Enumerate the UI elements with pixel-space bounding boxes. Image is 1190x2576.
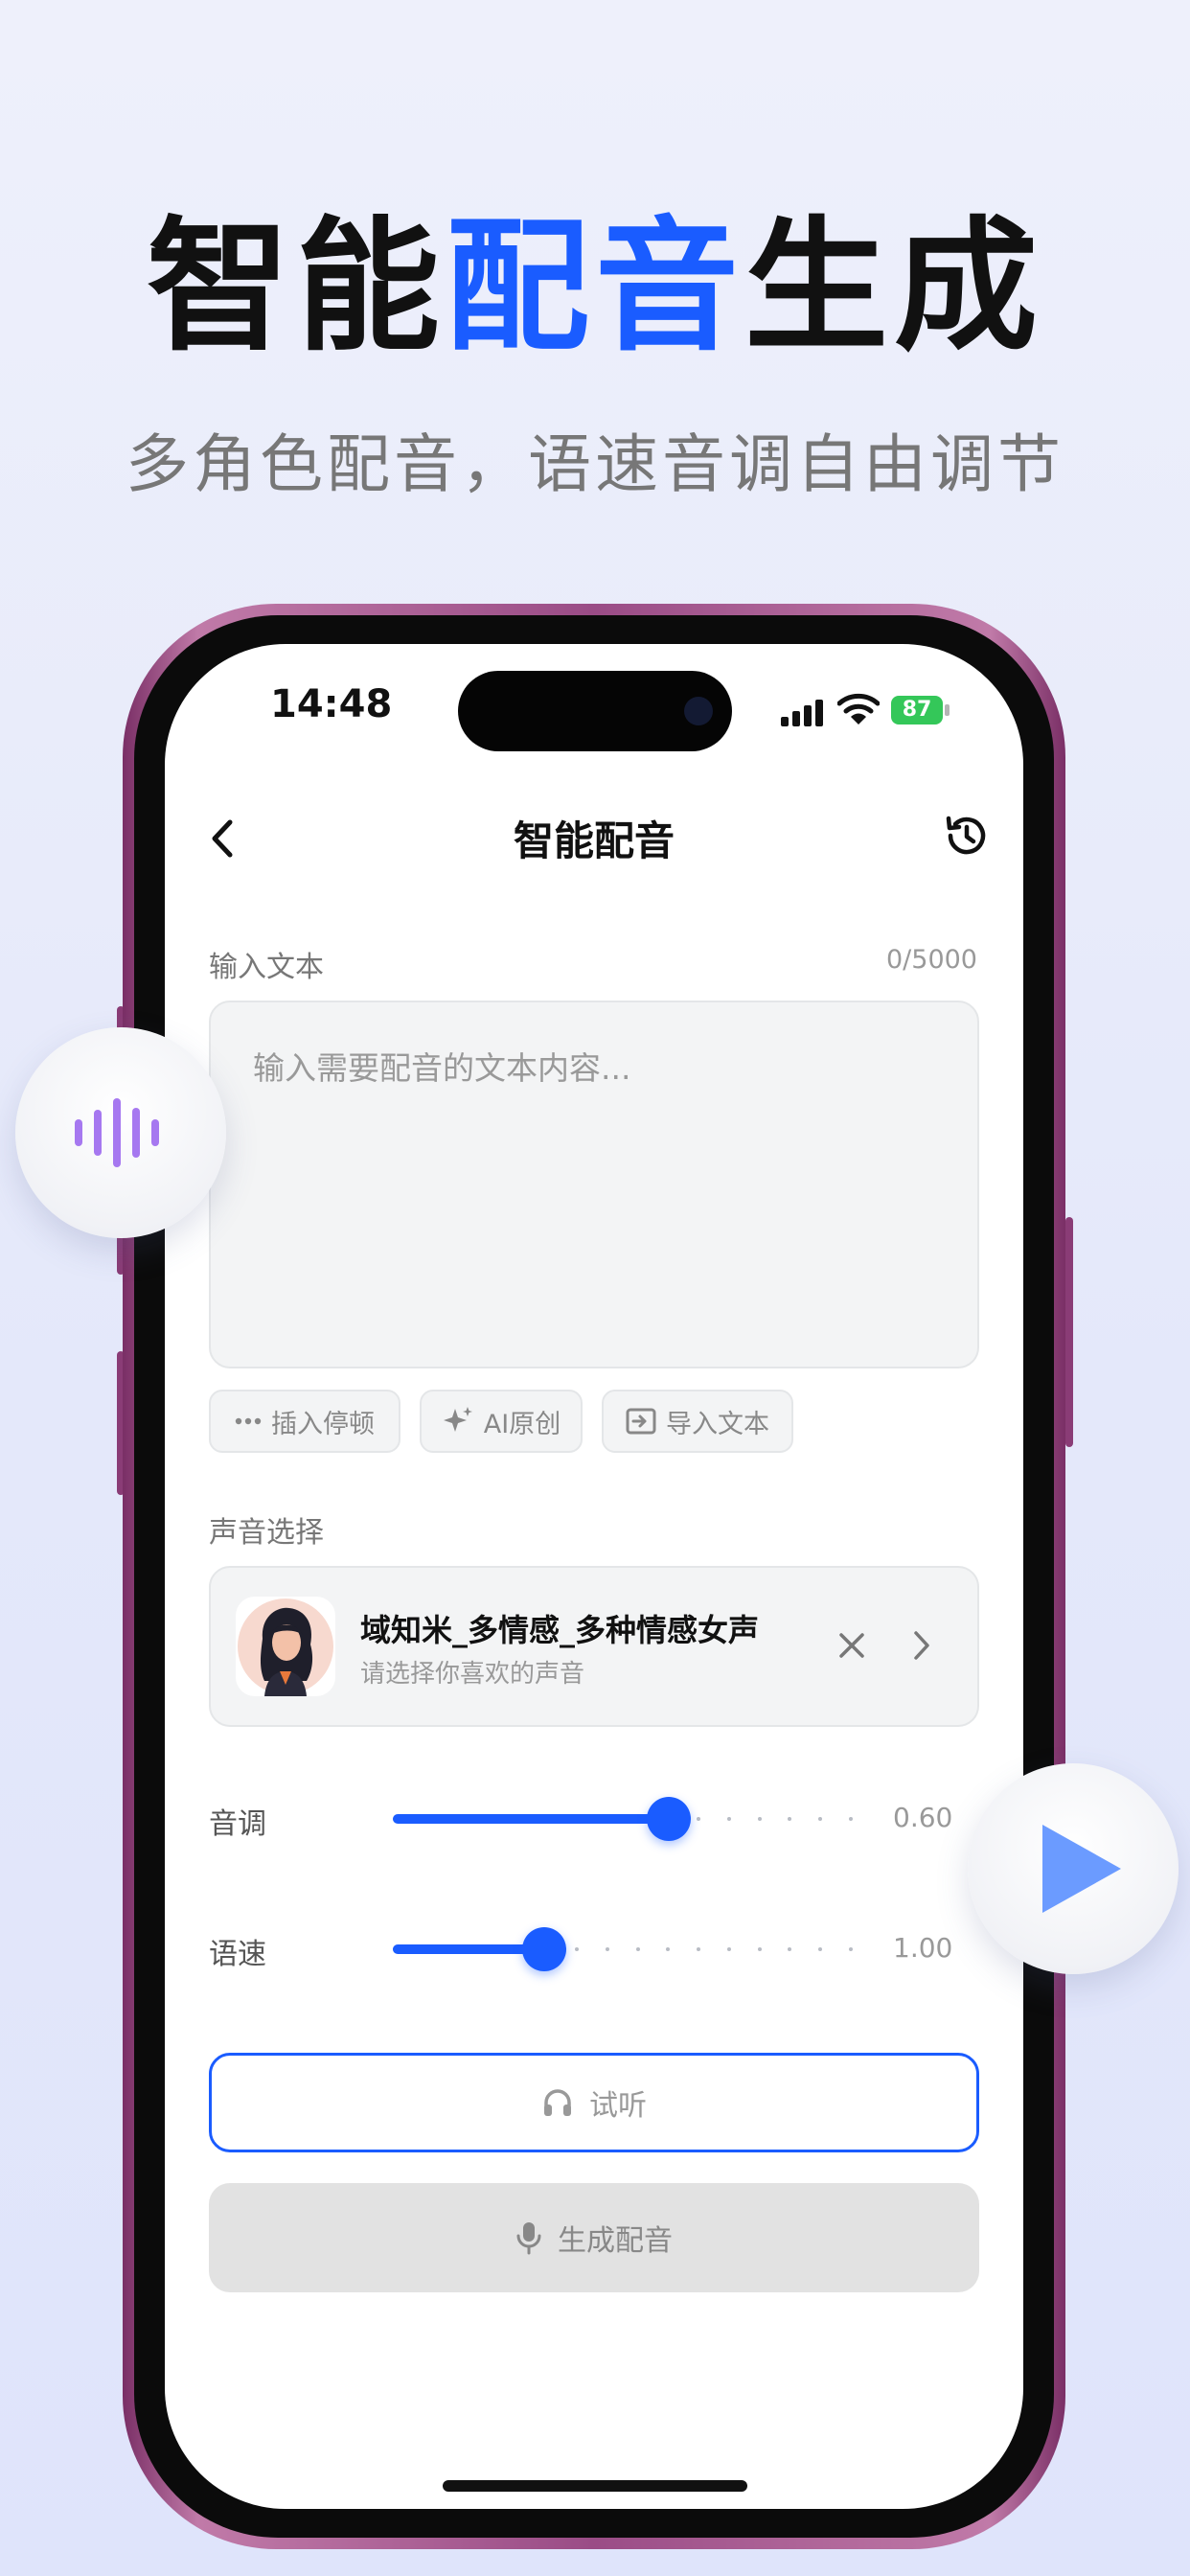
import-icon <box>626 1408 656 1435</box>
listen-label: 试听 <box>589 2089 647 2123</box>
microphone-icon <box>516 2222 541 2255</box>
speed-slider-thumb[interactable] <box>522 1927 566 1971</box>
slider-tick <box>757 1947 762 1951</box>
slider-tick <box>818 1817 823 1821</box>
char-counter: 0/5000 <box>886 945 977 975</box>
slider-tick <box>848 1947 853 1951</box>
wifi-icon <box>837 693 880 724</box>
insert-pause-label: 插入停顿 <box>271 1409 375 1439</box>
headline-highlight: 配音 <box>445 204 744 371</box>
headphones-icon <box>544 2089 571 2116</box>
voice-selector[interactable]: 域知米_多情感_多种情感女声 请选择你喜欢的声音 <box>209 1566 979 1727</box>
slider-tick <box>635 1947 640 1951</box>
subline: 多角色配音，语速音调自由调节 <box>126 427 1064 501</box>
text-input-placeholder: 输入需要配音的文本内容... <box>253 1049 631 1087</box>
battery-tip <box>945 704 950 716</box>
ellipsis-icon <box>235 1417 262 1425</box>
slider-tick <box>818 1947 823 1951</box>
voice-hint: 请选择你喜欢的声音 <box>360 1660 585 1689</box>
pitch-label: 音调 <box>209 1807 266 1841</box>
voice-avatar <box>236 1597 335 1696</box>
pitch-value: 0.60 <box>893 1802 953 1833</box>
phone-power-button <box>1065 1217 1073 1447</box>
voice-section-label: 声音选择 <box>209 1516 324 1550</box>
battery-level: 87 <box>891 696 943 724</box>
import-text-label: 导入文本 <box>666 1409 769 1439</box>
slider-tick <box>575 1947 580 1951</box>
slider-tick <box>697 1947 701 1951</box>
play-icon <box>1042 1825 1121 1913</box>
listen-button[interactable]: 试听 <box>209 2053 979 2152</box>
play-badge[interactable] <box>968 1763 1179 1974</box>
home-indicator <box>443 2480 747 2492</box>
chevron-right-icon[interactable] <box>910 1627 933 1664</box>
slider-tick <box>788 1817 792 1821</box>
slider-tick <box>726 1947 731 1951</box>
status-time: 14:48 <box>270 682 393 726</box>
clear-voice-icon[interactable] <box>835 1629 868 1662</box>
history-icon[interactable] <box>941 811 991 861</box>
camera-icon <box>684 697 713 725</box>
soundwave-badge <box>15 1027 226 1238</box>
slider-tick <box>757 1817 762 1821</box>
cellular-signal-icon <box>781 700 825 726</box>
slider-tick <box>606 1947 610 1951</box>
headline: 智能配音生成 <box>0 206 1190 369</box>
soundwave-icon <box>75 1098 159 1167</box>
ai-original-button[interactable]: AI原创 <box>420 1390 583 1453</box>
text-input[interactable]: 输入需要配音的文本内容... <box>209 1000 979 1368</box>
speed-value: 1.00 <box>893 1932 953 1964</box>
headline-part1: 智能 <box>146 204 446 371</box>
generate-label: 生成配音 <box>558 2224 673 2258</box>
speed-slider[interactable] <box>393 1920 853 1978</box>
speed-label: 语速 <box>209 1938 266 1971</box>
pitch-slider-thumb[interactable] <box>647 1797 691 1841</box>
slider-tick <box>726 1817 731 1821</box>
headline-part2: 生成 <box>744 204 1044 371</box>
slider-tick <box>788 1947 792 1951</box>
pitch-slider[interactable] <box>393 1790 853 1848</box>
input-label: 输入文本 <box>209 951 324 984</box>
voice-name: 域知米_多情感_多种情感女声 <box>360 1612 760 1648</box>
sparkle-icon <box>443 1407 472 1432</box>
dynamic-island <box>458 671 732 751</box>
page-title: 智能配音 <box>513 817 675 864</box>
slider-tick <box>848 1817 853 1821</box>
import-text-button[interactable]: 导入文本 <box>602 1390 793 1453</box>
slider-tick <box>666 1947 671 1951</box>
slider-tick <box>697 1817 701 1821</box>
phone-screen: 14:48 87 智能配音 输入文本 0/5000 输入需要配音的文本内容...… <box>165 644 1023 2509</box>
generate-button[interactable]: 生成配音 <box>209 2183 979 2292</box>
insert-pause-button[interactable]: 插入停顿 <box>209 1390 400 1453</box>
ai-original-label: AI原创 <box>483 1409 561 1439</box>
pitch-slider-fill <box>393 1814 669 1824</box>
